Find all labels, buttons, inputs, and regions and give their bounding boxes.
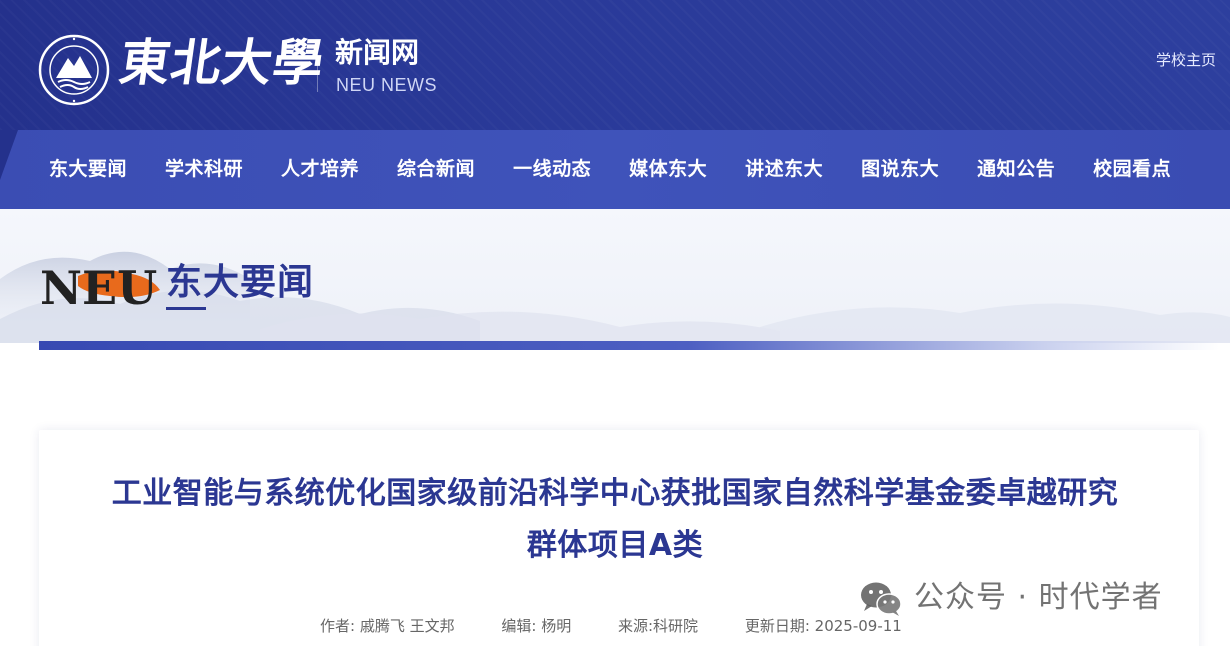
section-title-underline bbox=[166, 307, 206, 310]
nav-item-frontline[interactable]: 一线动态 bbox=[494, 130, 610, 209]
nav-item-academic-research[interactable]: 学术科研 bbox=[146, 130, 262, 209]
school-home-link[interactable]: 学校主页 bbox=[1156, 50, 1216, 70]
nav-item-talent-cultivation[interactable]: 人才培养 bbox=[262, 130, 378, 209]
article-updated-date: 更新日期: 2025-09-11 bbox=[744, 617, 902, 635]
section-title: 东大要闻 bbox=[166, 262, 315, 303]
university-seal-icon[interactable] bbox=[38, 34, 110, 106]
wechat-watermark: 公众号 · 时代学者 bbox=[858, 577, 1163, 619]
nav-item-dongda-news[interactable]: 东大要闻 bbox=[30, 130, 146, 209]
nav-item-media[interactable]: 媒体东大 bbox=[610, 130, 726, 209]
article-source: 来源:科研院 bbox=[617, 617, 699, 635]
main-nav: 东大要闻 学术科研 人才培养 综合新闻 一线动态 媒体东大 讲述东大 图说东大 … bbox=[0, 130, 1230, 209]
logo-divider bbox=[317, 42, 318, 92]
wechat-icon bbox=[861, 582, 902, 616]
article-title: 工业智能与系统优化国家级前沿科学中心获批国家自然科学基金委卓越研究 群体项目A类 bbox=[0, 468, 1230, 572]
nav-items: 东大要闻 学术科研 人才培养 综合新闻 一线动态 媒体东大 讲述东大 图说东大 … bbox=[30, 130, 1190, 209]
banner-gradient-bar bbox=[39, 341, 1219, 350]
article-title-line-1: 工业智能与系统优化国家级前沿科学中心获批国家自然科学基金委卓越研究 bbox=[111, 476, 1119, 511]
article-author: 作者: 戚腾飞 王文邦 bbox=[320, 617, 455, 635]
article-editor: 编辑: 杨明 bbox=[501, 617, 572, 635]
watermark-text: 公众号 · 时代学者 bbox=[914, 580, 1163, 615]
site-header: 東北大學 新闻网 NEU NEWS 学校主页 bbox=[0, 0, 1230, 130]
nav-item-campus[interactable]: 校园看点 bbox=[1074, 130, 1190, 209]
nav-corner-decoration bbox=[0, 130, 18, 180]
article-meta: 作者: 戚腾飞 王文邦 编辑: 杨明 来源:科研院 更新日期: 2025-09-… bbox=[320, 615, 944, 637]
neu-logo[interactable]: NEU bbox=[40, 256, 164, 318]
section-banner: NEU 东大要闻 bbox=[0, 209, 1230, 343]
nav-item-stories[interactable]: 讲述东大 bbox=[726, 130, 842, 209]
site-subtitle: NEU NEWS bbox=[336, 75, 438, 95]
university-calligraphy-logo[interactable]: 東北大學 bbox=[114, 20, 330, 106]
site-name[interactable]: 新闻网 bbox=[335, 36, 419, 70]
nav-item-photos[interactable]: 图说东大 bbox=[842, 130, 958, 209]
neu-logo-text: NEU bbox=[40, 261, 157, 315]
nav-item-notices[interactable]: 通知公告 bbox=[958, 130, 1074, 209]
article-title-line-2: 群体项目A类 bbox=[526, 528, 704, 563]
nav-item-general-news[interactable]: 综合新闻 bbox=[378, 130, 494, 209]
